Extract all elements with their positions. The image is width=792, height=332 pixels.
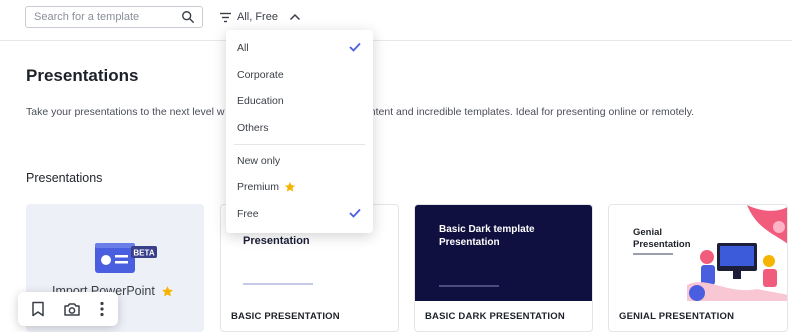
- thumbnail-subtitle-line: [439, 285, 499, 287]
- search-box[interactable]: [25, 6, 203, 28]
- filter-option-premium-label: Premium: [237, 181, 280, 193]
- illustration-graphic: [687, 205, 787, 301]
- template-card-genial[interactable]: Genial Presentation GENIAL PRESENTATION: [608, 204, 788, 332]
- beta-badge: BETA: [133, 249, 154, 258]
- search-icon[interactable]: [181, 10, 195, 24]
- filter-toggle[interactable]: All, Free: [219, 7, 301, 27]
- thumbnail-subtitle-line: [633, 253, 673, 255]
- floating-toolbar: [18, 292, 118, 326]
- dropdown-divider: [234, 144, 365, 145]
- filter-label: All, Free: [237, 11, 278, 23]
- check-icon: [349, 42, 361, 52]
- template-thumbnail: Genial Presentation: [609, 205, 787, 301]
- bookmark-icon[interactable]: [31, 301, 45, 317]
- template-name: GENIAL PRESENTATION: [619, 311, 735, 322]
- chevron-up-icon: [289, 13, 300, 21]
- thumbnail-title: Presentation: [243, 235, 310, 247]
- thumbnail-title-line-2: Presentation: [439, 237, 500, 248]
- thumbnail-title: Basic Dark template Presentation: [439, 223, 535, 249]
- filter-icon: [220, 12, 231, 22]
- filter-option-corporate[interactable]: Corporate: [237, 69, 284, 81]
- filter-dropdown: All Corporate Education Others New only …: [226, 30, 373, 233]
- search-input[interactable]: [34, 11, 174, 23]
- template-name: BASIC DARK PRESENTATION: [425, 311, 565, 322]
- section-label: Presentations: [26, 171, 103, 185]
- star-icon: [161, 285, 173, 296]
- thumbnail-title-line-1: Basic Dark template: [439, 224, 535, 235]
- template-card-basic-dark[interactable]: Basic Dark template Presentation BASIC D…: [414, 204, 593, 332]
- thumbnail-title-line-2: Presentation: [633, 239, 691, 250]
- thumbnail-subtitle-line: [243, 283, 313, 285]
- filter-option-all[interactable]: All: [237, 42, 249, 54]
- filter-option-premium[interactable]: Premium: [237, 181, 296, 193]
- template-name: BASIC PRESENTATION: [231, 311, 340, 322]
- star-icon: [285, 182, 296, 192]
- filter-option-free[interactable]: Free: [237, 208, 259, 220]
- camera-icon[interactable]: [63, 302, 81, 317]
- page-title: Presentations: [26, 66, 139, 85]
- filter-option-new-only[interactable]: New only: [237, 155, 280, 167]
- template-thumbnail: Basic Dark template Presentation: [415, 205, 592, 301]
- filter-option-education[interactable]: Education: [237, 95, 284, 107]
- filter-option-others[interactable]: Others: [237, 122, 269, 134]
- presentation-import-icon: BETA: [95, 243, 157, 273]
- thumbnail-title-line-1: Genial: [633, 227, 663, 238]
- check-icon: [349, 208, 361, 218]
- thumbnail-title: Genial Presentation: [633, 227, 691, 251]
- more-vertical-icon[interactable]: [99, 301, 105, 317]
- page-description: Take your presentations to the next leve…: [26, 106, 695, 118]
- header-divider: [0, 40, 792, 41]
